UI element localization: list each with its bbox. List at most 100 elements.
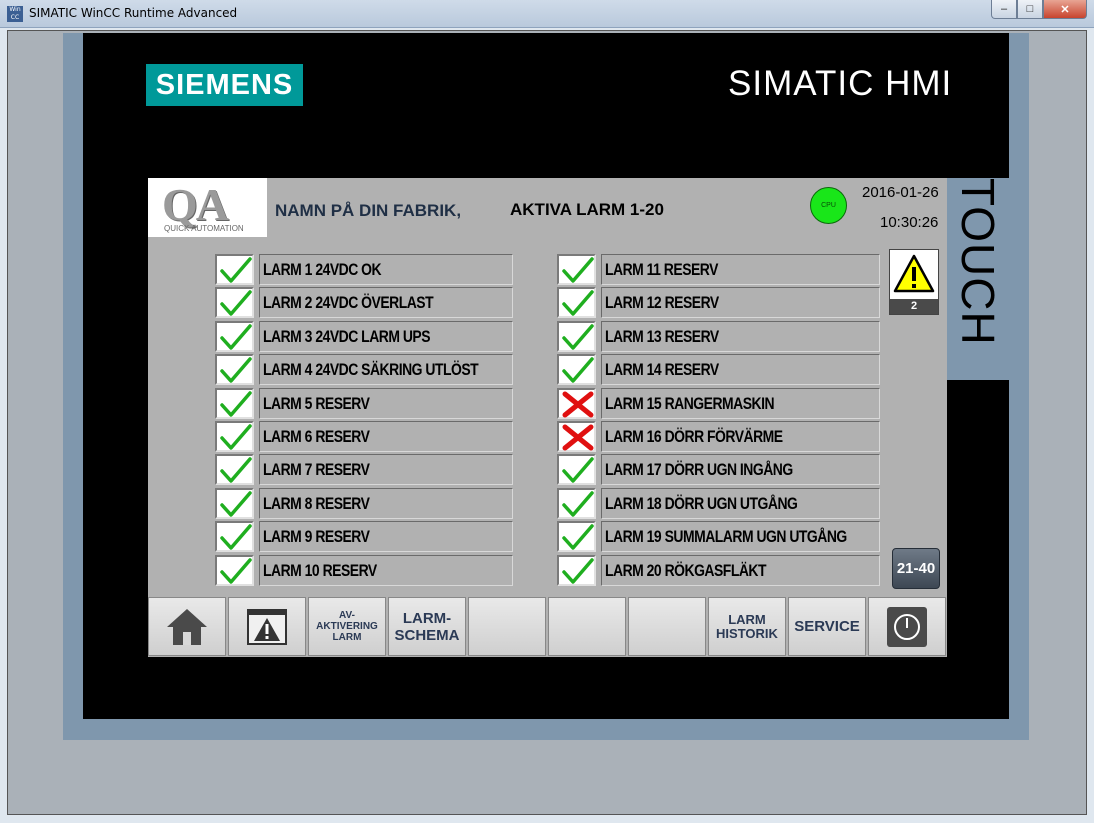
checkmark-icon [220, 357, 252, 383]
checkmark-icon [220, 290, 252, 317]
alarm-label: LARM 1 24VDC OK [259, 254, 513, 285]
checkmark-icon [562, 490, 594, 517]
alarm-label: LARM 3 24VDC LARM UPS [259, 320, 513, 352]
alarm-ok-indicator [557, 354, 596, 386]
empty-key-2[interactable] [548, 597, 626, 656]
maximize-button[interactable]: □ [1017, 0, 1043, 19]
alarm-label: LARM 8 RESERV [259, 487, 513, 519]
hmi-screen: QA QUICK AUTOMATION NAMN PÅ DIN FABRIK, … [148, 178, 947, 657]
alarm-ok-indicator [557, 254, 596, 285]
service-button[interactable]: SERVICE [788, 597, 866, 656]
cpu-status-led: CPU [810, 187, 847, 224]
next-page-button[interactable]: 21-40 [892, 548, 940, 589]
alarm-label: LARM 7 RESERV [259, 454, 513, 486]
checkmark-icon [562, 457, 594, 484]
cross-icon [562, 424, 594, 451]
service-label: SERVICE [794, 618, 860, 635]
checkmark-icon [562, 290, 594, 317]
minimize-button[interactable]: – [991, 0, 1017, 19]
checkmark-icon [220, 324, 252, 350]
factory-name: NAMN PÅ DIN FABRIK, [275, 201, 462, 220]
alarm-ok-indicator [215, 487, 254, 519]
checkmark-icon [220, 390, 252, 417]
alarm-ok-indicator [215, 287, 254, 319]
alarm-label: LARM 15 RANGERMASKIN [601, 387, 880, 419]
alarm-ok-indicator [215, 454, 254, 486]
alarm-label: LARM 9 RESERV [259, 521, 513, 553]
siemens-logo: SIEMENS [146, 64, 303, 106]
date-display: 2016-01-26 [862, 184, 939, 201]
checkmark-icon [562, 357, 594, 383]
product-name: SIMATIC HMI [728, 64, 953, 103]
power-button[interactable] [868, 597, 946, 656]
deactivate-alarm-button[interactable]: AV- AKTIVERING LARM [308, 597, 386, 656]
alarm-label: LARM 12 RESERV [601, 287, 880, 319]
alarm-label: LARM 16 DÖRR FÖRVÄRME [601, 420, 880, 452]
alarm-label: LARM 10 RESERV [259, 554, 513, 586]
touch-label: TOUCH [952, 178, 1004, 346]
window-title: SIMATIC WinCC Runtime Advanced [29, 6, 238, 20]
qa-logo-subtitle: QUICK AUTOMATION [164, 224, 244, 233]
alarm-label: LARM 6 RESERV [259, 420, 513, 452]
time-display: 10:30:26 [880, 214, 939, 231]
checkmark-icon [220, 490, 252, 517]
empty-key-3[interactable] [628, 597, 706, 656]
active-warnings-button[interactable]: 2 [889, 249, 939, 315]
alarm-ok-indicator [215, 354, 254, 386]
alarm-label: LARM 14 RESERV [601, 354, 880, 386]
checkmark-icon [562, 557, 594, 584]
alarm-label: LARM 11 RESERV [601, 254, 880, 285]
app-icon: Win CC [7, 6, 23, 22]
checkmark-icon [220, 257, 252, 283]
alarm-ok-indicator [557, 487, 596, 519]
alarm-ok-indicator [557, 287, 596, 319]
checkmark-icon [220, 457, 252, 484]
alarm-ok-indicator [215, 554, 254, 586]
alarm-fault-indicator [557, 420, 596, 452]
alarm-label: LARM 5 RESERV [259, 387, 513, 419]
function-key-bar: AV- AKTIVERING LARM LARM- SCHEMA LARM HI… [148, 597, 947, 657]
alarm-ok-indicator [215, 254, 254, 285]
window-controls: – □ ✕ [991, 0, 1087, 19]
deactivate-alarm-label: AV- AKTIVERING LARM [316, 610, 378, 643]
power-icon [887, 606, 927, 647]
alarm-schema-button[interactable]: LARM- SCHEMA [388, 597, 466, 656]
alarm-ok-indicator [215, 320, 254, 352]
home-button[interactable] [148, 597, 226, 656]
alarm-label: LARM 13 RESERV [601, 320, 880, 352]
alarm-window-button[interactable] [228, 597, 306, 656]
alarm-ok-indicator [215, 420, 254, 452]
alarm-label: LARM 4 24VDC SÄKRING UTLÖST [259, 354, 513, 386]
alarm-label: LARM 2 24VDC ÖVERLAST [259, 287, 513, 319]
checkmark-icon [562, 524, 594, 550]
empty-key-1[interactable] [468, 597, 546, 656]
alarm-history-label: LARM HISTORIK [716, 611, 778, 641]
alarm-label: LARM 20 RÖKGASFLÄKT [601, 554, 880, 586]
alarm-ok-indicator [557, 521, 596, 553]
checkmark-icon [562, 257, 594, 283]
alarm-ok-indicator [215, 521, 254, 553]
alarm-history-button[interactable]: LARM HISTORIK [708, 597, 786, 656]
warning-icon [893, 254, 935, 293]
alarm-ok-indicator [215, 387, 254, 419]
alarm-ok-indicator [557, 320, 596, 352]
checkmark-icon [220, 557, 252, 584]
page-title: AKTIVA LARM 1-20 [510, 200, 664, 219]
window-titlebar: Win CC SIMATIC WinCC Runtime Advanced – … [0, 0, 1094, 28]
checkmark-icon [220, 524, 252, 550]
qa-logo: QA QUICK AUTOMATION [148, 178, 267, 237]
alarm-fault-indicator [557, 387, 596, 419]
cross-icon [562, 391, 594, 418]
alarm-label: LARM 17 DÖRR UGN INGÅNG [601, 454, 880, 486]
close-button[interactable]: ✕ [1043, 0, 1087, 19]
checkmark-icon [220, 424, 252, 450]
checkmark-icon [562, 324, 594, 350]
alarm-ok-indicator [557, 454, 596, 486]
alarm-label: LARM 18 DÖRR UGN UTGÅNG [601, 487, 880, 519]
alarm-window-icon [247, 608, 287, 645]
alarm-ok-indicator [557, 554, 596, 586]
alarm-label: LARM 19 SUMMALARM UGN UTGÅNG [601, 521, 880, 553]
warning-count: 2 [890, 299, 938, 314]
alarm-schema-label: LARM- SCHEMA [394, 609, 460, 644]
home-icon [167, 608, 207, 645]
